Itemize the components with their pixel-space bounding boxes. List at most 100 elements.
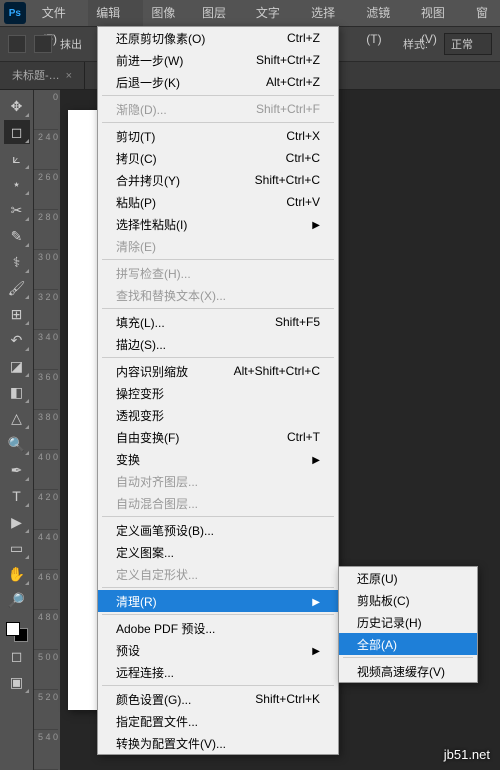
hand-tool-icon[interactable]: ✋ (4, 562, 30, 586)
menu-command-label: 查找和替换文本(X)... (116, 287, 226, 304)
menu-command[interactable]: Adobe PDF 预设... (98, 617, 338, 639)
move-tool-icon[interactable]: ✥ (4, 94, 30, 118)
gradient-tool-icon[interactable]: ◧ (4, 380, 30, 404)
menu-command[interactable]: 选择性粘贴(I)▶ (98, 213, 338, 235)
eraser-tool-icon[interactable]: ◪ (4, 354, 30, 378)
magic-wand-tool-icon[interactable]: ⋆ (4, 172, 30, 196)
menu-command-label: 描边(S)... (116, 336, 166, 353)
menu-command[interactable]: 定义画笔预设(B)... (98, 519, 338, 541)
tool-preset-icon[interactable] (8, 35, 26, 53)
menu-command[interactable]: 剪切(T)Ctrl+X (98, 125, 338, 147)
submenu-command[interactable]: 还原(U) (339, 567, 477, 589)
crop-tool-icon[interactable]: ✂ (4, 198, 30, 222)
submenu-command-label: 全部(A) (357, 636, 397, 653)
marquee-tool-icon[interactable]: ◻ (4, 120, 30, 144)
menu-command[interactable]: 合并拷贝(Y) Shift+Ctrl+C (98, 169, 338, 191)
menu-command[interactable]: 远程连接... (98, 661, 338, 683)
menu-item[interactable]: 图层(L) (194, 0, 248, 26)
submenu-command[interactable]: 剪贴板(C) (339, 589, 477, 611)
menu-item[interactable]: 视图(V) (413, 0, 468, 26)
menu-command[interactable]: 还原剪切像素(O)Ctrl+Z (98, 27, 338, 49)
submenu-arrow-icon: ▶ (312, 455, 320, 466)
menu-command[interactable]: 后退一步(K)Alt+Ctrl+Z (98, 71, 338, 93)
menu-command[interactable]: 描边(S)... (98, 333, 338, 355)
menu-item[interactable]: 文件(F) (34, 0, 89, 26)
menu-command[interactable]: 预设▶ (98, 639, 338, 661)
menu-command-label: 指定配置文件... (116, 713, 198, 730)
menu-command[interactable]: 定义图案... (98, 541, 338, 563)
menu-accelerator: ▶ (312, 643, 320, 657)
menu-command-label: 拼写检查(H)... (116, 265, 191, 282)
menu-command[interactable]: 粘贴(P)Ctrl+V (98, 191, 338, 213)
menu-command[interactable]: 自由变换(F)Ctrl+T (98, 426, 338, 448)
menu-command-label: 变换 (116, 451, 140, 468)
style-select[interactable]: 正常 (444, 33, 492, 55)
submenu-command-label: 历史记录(H) (357, 614, 422, 631)
menu-command[interactable]: 转换为配置文件(V)... (98, 732, 338, 754)
shape-tool-icon[interactable]: ▭ (4, 536, 30, 560)
menu-command-label: 自动对齐图层... (116, 473, 198, 490)
zoom-tool-icon[interactable]: 🔎 (4, 588, 30, 612)
blur-tool-icon[interactable]: △ (4, 406, 30, 430)
menu-command: 自动混合图层... (98, 492, 338, 514)
menu-command[interactable]: 清理(R) ▶ (98, 590, 338, 612)
submenu-command-label: 剪贴板(C) (357, 592, 410, 609)
menu-command[interactable]: 指定配置文件... (98, 710, 338, 732)
menu-command[interactable]: 颜色设置(G)...Shift+Ctrl+K (98, 688, 338, 710)
app-logo: Ps (4, 2, 26, 24)
menu-accelerator: ▶ (312, 452, 320, 466)
menu-command[interactable]: 操控变形 (98, 382, 338, 404)
submenu-command[interactable]: 视频高速缓存(V) (339, 660, 477, 682)
quickmask-icon[interactable]: ◻ (4, 644, 30, 668)
menu-command[interactable]: 填充(L)...Shift+F5 (98, 311, 338, 333)
menu-item[interactable]: 选择(S) (303, 0, 358, 26)
submenu-command-label: 视频高速缓存(V) (357, 663, 445, 680)
menu-item[interactable]: 图像(I) (143, 0, 194, 26)
dodge-tool-icon[interactable]: 🔍 (4, 432, 30, 456)
color-swatches[interactable] (6, 622, 28, 642)
menu-accelerator: Shift+Ctrl+K (255, 692, 320, 706)
path-select-tool-icon[interactable]: ▶ (4, 510, 30, 534)
document-tab[interactable]: 未标题-…× (0, 62, 85, 90)
menu-command-label: Adobe PDF 预设... (116, 620, 215, 637)
menu-command-label: 剪切(T) (116, 128, 155, 145)
menu-command-label: 远程连接... (116, 664, 174, 681)
menu-command-label: 合并拷贝(Y) (116, 172, 180, 189)
menu-accelerator: Ctrl+T (287, 430, 320, 444)
tools-panel: ✥ ◻ ⟀ ⋆ ✂ ✎ ⚕ 🖌 ⊞ ↶ ◪ ◧ △ 🔍 ✒ T ▶ ▭ ✋ 🔎 … (0, 90, 34, 770)
brush-tool-icon[interactable]: 🖌 (4, 276, 30, 300)
menu-item[interactable]: 编辑(E) (88, 0, 143, 26)
healing-brush-tool-icon[interactable]: ⚕ (4, 250, 30, 274)
screenmode-icon[interactable]: ▣ (4, 670, 30, 694)
menu-accelerator: ▶ (312, 594, 320, 608)
brush-preset-icon[interactable] (34, 35, 52, 53)
menu-accelerator: Ctrl+C (286, 151, 320, 165)
submenu-command[interactable]: 全部(A) (339, 633, 477, 655)
close-icon[interactable]: × (66, 70, 72, 82)
menu-command[interactable]: 拷贝(C)Ctrl+C (98, 147, 338, 169)
menu-item[interactable]: 滤镜(T) (358, 0, 413, 26)
menu-accelerator: Shift+Ctrl+C (255, 173, 320, 187)
menu-command-label: 后退一步(K) (116, 74, 180, 91)
menu-command[interactable]: 前进一步(W)Shift+Ctrl+Z (98, 49, 338, 71)
menu-item[interactable]: 窗 (468, 0, 496, 26)
foreground-color-swatch[interactable] (6, 622, 20, 636)
pen-tool-icon[interactable]: ✒ (4, 458, 30, 482)
menu-command[interactable]: 变换 ▶ (98, 448, 338, 470)
submenu-command[interactable]: 历史记录(H) (339, 611, 477, 633)
history-brush-tool-icon[interactable]: ↶ (4, 328, 30, 352)
menu-command-label: 清除(E) (116, 238, 156, 255)
eyedropper-tool-icon[interactable]: ✎ (4, 224, 30, 248)
lasso-tool-icon[interactable]: ⟀ (4, 146, 30, 170)
menu-command-label: 转换为配置文件(V)... (116, 735, 226, 752)
purge-submenu: 还原(U) 剪贴板(C) 历史记录(H) 全部(A) 视频高速缓存(V) (338, 566, 478, 683)
clone-stamp-tool-icon[interactable]: ⊞ (4, 302, 30, 326)
menu-command: 自动对齐图层... (98, 470, 338, 492)
menu-command[interactable]: 内容识别缩放Alt+Shift+Ctrl+C (98, 360, 338, 382)
menu-accelerator: ▶ (312, 217, 320, 231)
menu-command[interactable]: 透视变形 (98, 404, 338, 426)
type-tool-icon[interactable]: T (4, 484, 30, 508)
menu-command-label: 清理(R) (116, 593, 157, 610)
menu-item[interactable]: 文字(Y) (248, 0, 303, 26)
menu-command: 清除(E) (98, 235, 338, 257)
